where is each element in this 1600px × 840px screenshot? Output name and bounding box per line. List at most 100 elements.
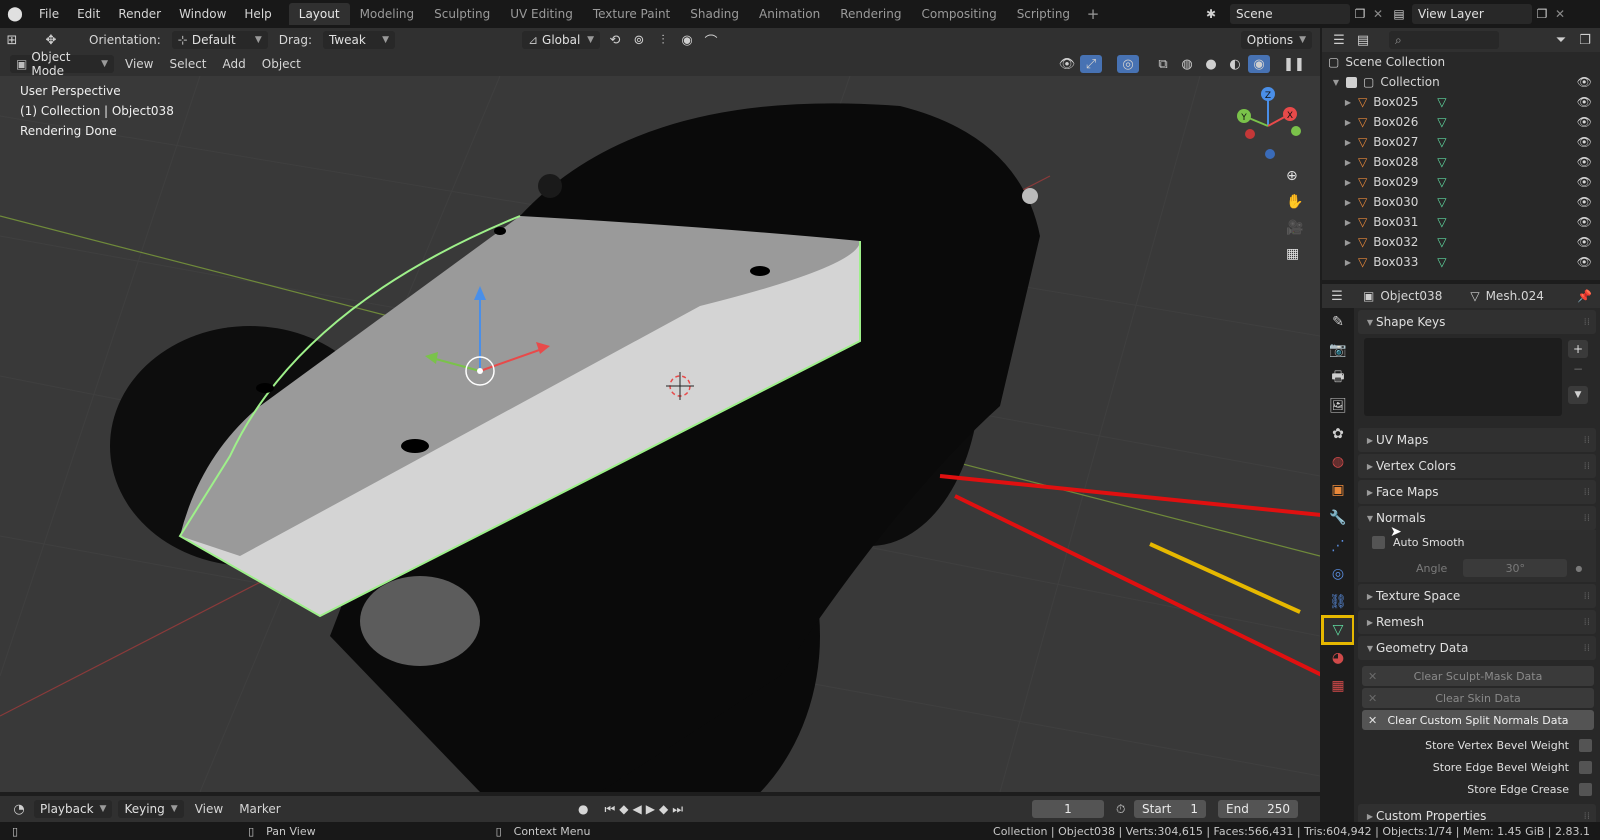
move-tool-icon[interactable]: ✥ — [40, 31, 62, 49]
collapsed-icon[interactable]: ▶ — [1342, 258, 1354, 267]
render-tab-icon[interactable]: 📷 — [1322, 336, 1354, 364]
tab-shading[interactable]: Shading — [680, 3, 749, 25]
tab-compositing[interactable]: Compositing — [911, 3, 1006, 25]
mesh-data-icon[interactable]: ▽ — [1437, 235, 1446, 249]
clear-skin-data-button[interactable]: ✕ Clear Skin Data — [1362, 688, 1594, 708]
pivot-point-icon[interactable]: ⟲ — [604, 31, 626, 49]
remesh-panel[interactable]: ▶ Remesh ⁞⁞ — [1358, 610, 1596, 634]
uv-maps-panel[interactable]: ▶ UV Maps ⁞⁞ — [1358, 428, 1596, 452]
eye-icon[interactable]: 👁 — [1577, 95, 1592, 109]
mesh-data-icon[interactable]: ▽ — [1437, 255, 1446, 269]
angle-field[interactable]: 30° — [1463, 559, 1568, 577]
proportional-edit-icon[interactable]: ◉ — [676, 31, 698, 49]
outliner-object-row[interactable]: ▶ ▽ Box032 ▽ 👁 — [1322, 232, 1600, 252]
zoom-icon[interactable]: ⊕ — [1286, 168, 1303, 184]
clear-custom-split-normals-button[interactable]: ✕ Clear Custom Split Normals Data — [1362, 710, 1594, 730]
tab-sculpting[interactable]: Sculpting — [424, 3, 500, 25]
collapsed-icon[interactable]: ▶ — [1342, 178, 1354, 187]
outliner-object-row[interactable]: ▶ ▽ Box031 ▽ 👁 — [1322, 212, 1600, 232]
remove-shape-key-icon[interactable]: − — [1568, 360, 1588, 378]
collapsed-icon[interactable]: ▶ — [1342, 238, 1354, 247]
pause-render-icon[interactable]: ❚❚ — [1283, 55, 1305, 73]
properties-editor-icon[interactable]: ☰ — [1326, 287, 1348, 305]
collapsed-icon[interactable]: ▶ — [1342, 218, 1354, 227]
editor-type-icon[interactable]: ⊞ — [1, 31, 23, 49]
menu-edit[interactable]: Edit — [68, 0, 109, 28]
keyframe-dot-icon[interactable]: ● — [1575, 564, 1582, 573]
snap-target-icon[interactable]: ⫶ — [652, 31, 674, 49]
scene-tab-icon[interactable]: ✿ — [1322, 420, 1354, 448]
menu-view[interactable]: View — [117, 57, 161, 71]
outliner-object-row[interactable]: ▶ ▽ Box033 ▽ 👁 — [1322, 252, 1600, 272]
jump-end-icon[interactable]: ⏭ — [672, 802, 683, 817]
options-dropdown[interactable]: Options ▼ — [1240, 31, 1312, 49]
collapsed-icon[interactable]: ▶ — [1342, 198, 1354, 207]
keying-menu[interactable]: Keying ▼ — [118, 800, 184, 818]
collection-row[interactable]: ▼ ▢ Collection 👁 — [1322, 72, 1600, 92]
play-reverse-icon[interactable]: ◀ — [633, 802, 642, 816]
physics-tab-icon[interactable]: ◎ — [1322, 560, 1354, 588]
drag-handle-icon[interactable]: ⁞⁞ — [1584, 487, 1590, 498]
eye-icon[interactable]: 👁 — [1577, 195, 1592, 209]
collapsed-icon[interactable]: ▶ — [1342, 118, 1354, 127]
exclude-checkbox[interactable] — [1346, 76, 1357, 88]
menu-add[interactable]: Add — [215, 57, 254, 71]
vertex-colors-panel[interactable]: ▶ Vertex Colors ⁞⁞ — [1358, 454, 1596, 478]
store-edge-bevel-checkbox[interactable] — [1579, 760, 1592, 774]
collapsed-icon[interactable]: ▶ — [1342, 138, 1354, 147]
eye-icon[interactable]: 👁 — [1577, 175, 1592, 189]
menu-render[interactable]: Render — [109, 0, 170, 28]
play-icon[interactable]: ▶ — [646, 802, 655, 816]
falloff-icon[interactable]: ⌒ — [700, 31, 722, 50]
world-tab-icon[interactable]: ◍ — [1322, 448, 1354, 476]
navigation-gizmo[interactable]: Z X Y — [1237, 87, 1301, 159]
add-workspace-button[interactable]: + — [1084, 5, 1102, 23]
particles-tab-icon[interactable]: ⋰ — [1322, 532, 1354, 560]
wireframe-shading-icon[interactable]: ◍ — [1176, 55, 1198, 73]
mesh-data-icon[interactable]: ▽ — [1437, 135, 1446, 149]
mesh-data-tab-icon[interactable]: ▽ — [1321, 615, 1355, 645]
shape-keys-specials-icon[interactable]: ▼ — [1568, 386, 1588, 404]
outliner-object-row[interactable]: ▶ ▽ Box029 ▽ 👁 — [1322, 172, 1600, 192]
object-tab-icon[interactable]: ▣ — [1322, 476, 1354, 504]
view-layer-icon[interactable]: ▤ — [1386, 7, 1412, 21]
menu-file[interactable]: File — [30, 0, 68, 28]
new-view-layer-icon[interactable]: ❐ — [1532, 7, 1552, 21]
tab-modeling[interactable]: Modeling — [350, 3, 425, 25]
gizmo-toggle-icon[interactable]: ⤢ — [1080, 55, 1102, 73]
store-vertex-bevel-checkbox[interactable] — [1579, 738, 1592, 752]
snap-icon[interactable]: ⊚ — [628, 31, 650, 49]
solid-shading-icon[interactable]: ● — [1200, 55, 1222, 73]
mesh-data-icon[interactable]: ▽ — [1437, 95, 1446, 109]
mesh-data-icon[interactable]: ▽ — [1437, 215, 1446, 229]
current-frame-field[interactable]: 1 — [1032, 800, 1104, 818]
eye-icon[interactable]: 👁 — [1577, 255, 1592, 269]
outliner-editor-icon[interactable]: ☰ — [1328, 31, 1350, 49]
timeline-view-menu[interactable]: View — [187, 802, 231, 816]
tab-scripting[interactable]: Scripting — [1007, 3, 1080, 25]
menu-window[interactable]: Window — [170, 0, 235, 28]
mode-dropdown[interactable]: ▣ Object Mode ▼ — [10, 50, 114, 78]
modifier-tab-icon[interactable]: 🔧 — [1322, 504, 1354, 532]
marker-menu[interactable]: Marker — [231, 802, 288, 816]
overlays-icon[interactable]: ◎ — [1117, 55, 1139, 73]
record-icon[interactable]: ● — [578, 802, 588, 816]
timeline-editor-icon[interactable]: ◔ — [8, 800, 30, 818]
outliner-object-row[interactable]: ▶ ▽ Box026 ▽ 👁 — [1322, 112, 1600, 132]
outliner-search-input[interactable]: ⌕ — [1389, 31, 1499, 49]
tab-layout[interactable]: Layout — [288, 3, 350, 25]
drag-handle-icon[interactable]: ⁞⁞ — [1584, 317, 1590, 328]
collapsed-icon[interactable]: ▶ — [1342, 158, 1354, 167]
eye-icon[interactable]: 👁 — [1577, 235, 1592, 249]
camera-view-icon[interactable]: 🎥 — [1286, 220, 1303, 236]
next-keyframe-icon[interactable]: ◆ — [659, 802, 668, 816]
eye-icon[interactable]: 👁 — [1577, 215, 1592, 229]
clock-icon[interactable]: ⏱ — [1116, 802, 1125, 817]
eye-icon[interactable]: 👁 — [1577, 115, 1592, 129]
end-frame-field[interactable]: End 250 — [1218, 800, 1298, 818]
3d-viewport[interactable]: Z X Y User Perspective (1) Collection | … — [0, 76, 1320, 792]
drag-handle-icon[interactable]: ⁞⁞ — [1584, 435, 1590, 446]
shape-keys-panel[interactable]: ▼ Shape Keys ⁞⁞ — [1358, 310, 1596, 334]
outliner-object-row[interactable]: ▶ ▽ Box030 ▽ 👁 — [1322, 192, 1600, 212]
drag-handle-icon[interactable]: ⁞⁞ — [1584, 513, 1590, 524]
